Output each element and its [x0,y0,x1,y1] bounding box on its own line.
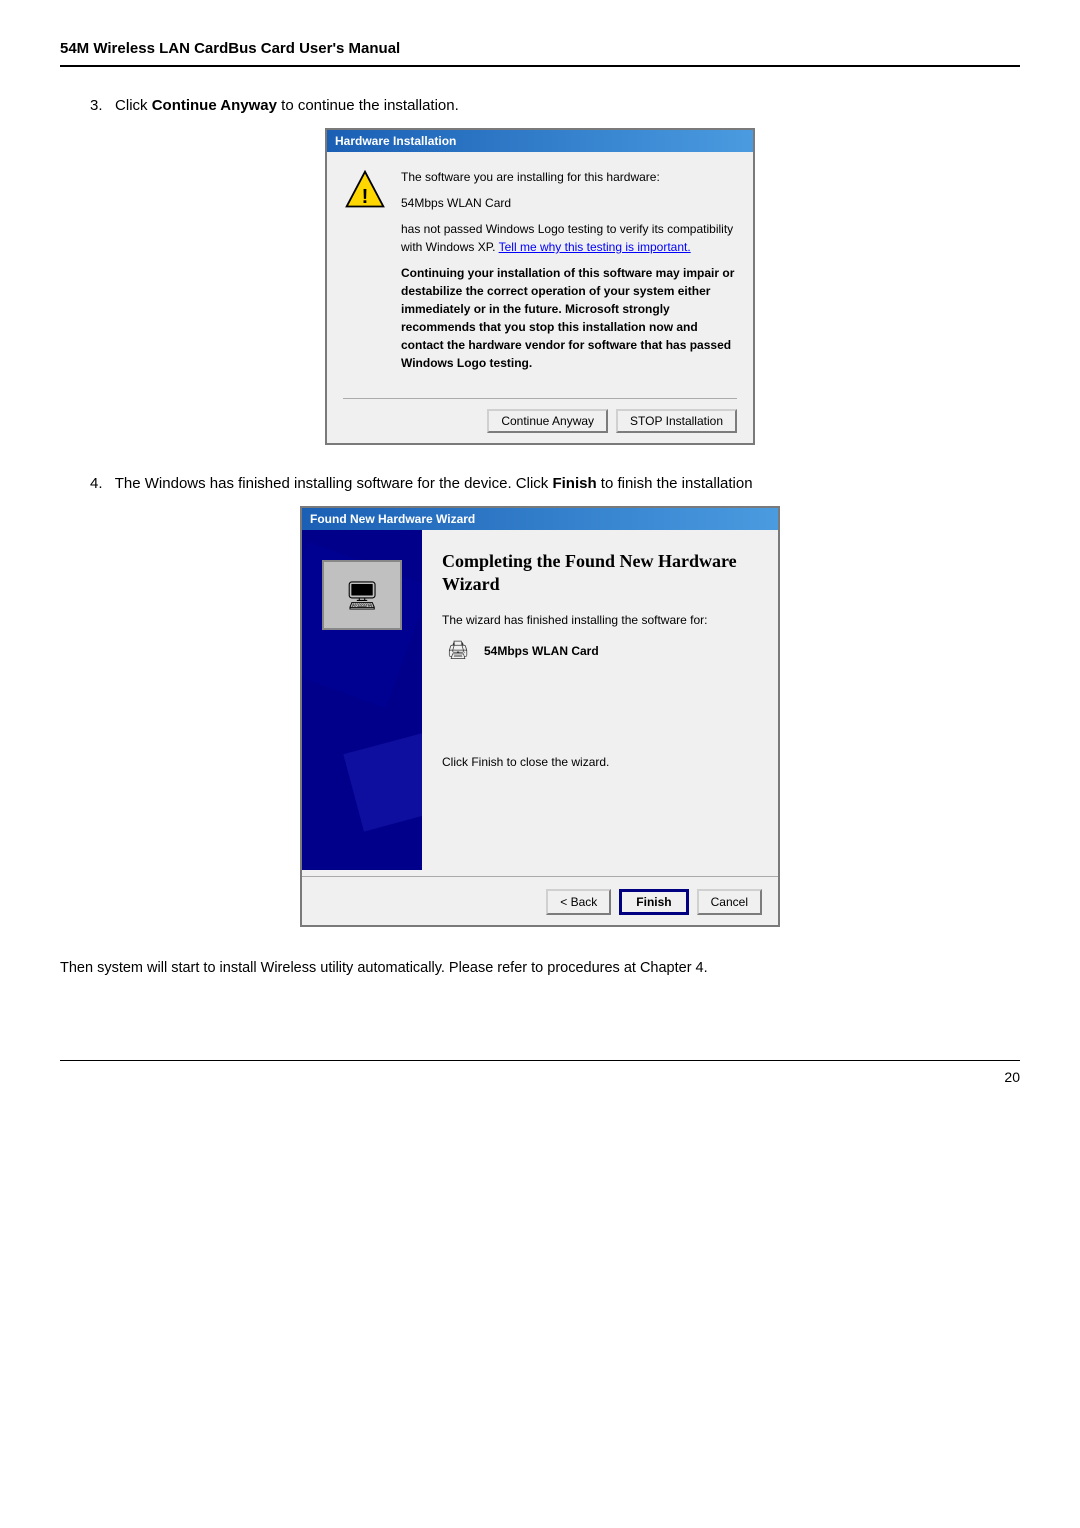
step4-number: 4. [90,475,103,492]
fnhw-device-icon: 🖨 [442,637,474,665]
step3-number: 3. [90,97,103,114]
step4-suffix: to finish the installation [597,475,753,492]
step4-bold: Finish [552,475,596,492]
hw-dialog-body: ! The software you are installing for th… [327,152,753,390]
fnhw-content: Completing the Found New Hardware Wizard… [422,530,778,870]
fnhw-dialog: Found New Hardware Wizard 🖥 Completing t… [300,506,780,927]
cancel-button[interactable]: Cancel [697,889,762,915]
step-3: 3. Click Continue Anyway to continue the… [60,97,1020,445]
step3-prefix: Click [115,97,152,114]
manual-title: 54M Wireless LAN CardBus Card User's Man… [60,40,400,57]
svg-text:!: ! [362,186,369,208]
fnhw-sidebar-art: 🖥 [302,530,422,870]
fnhw-close-text: Click Finish to close the wizard. [442,675,758,769]
hw-dialog-title: Hardware Installation [327,130,753,152]
page-number: 20 [1004,1069,1020,1085]
hw-line1: The software you are installing for this… [401,168,737,186]
step4-text: 4. The Windows has finished installing s… [90,475,1020,492]
fnhw-subtitle: The wizard has finished installing the s… [442,613,758,627]
hw-device: 54Mbps WLAN Card [401,194,737,212]
fnhw-buttons: < Back Finish Cancel [302,883,778,925]
summary-paragraph: Then system will start to install Wirele… [60,957,1020,980]
hw-install-dialog-wrapper: Hardware Installation ! The software you… [60,128,1020,445]
hw-separator [343,398,737,399]
stop-installation-button[interactable]: STOP Installation [616,409,737,433]
hw-line2: has not passed Windows Logo testing to v… [401,220,737,256]
device-glyph: 🖨 [447,640,470,661]
fnhw-device-name: 54Mbps WLAN Card [484,644,599,658]
continue-anyway-button[interactable]: Continue Anyway [487,409,608,433]
hw-dialog-content: The software you are installing for this… [401,168,737,380]
page-footer: 20 [60,1060,1020,1085]
warning-icon: ! [343,168,387,380]
hw-buttons: Continue Anyway STOP Installation [327,405,753,443]
fnhw-heading: Completing the Found New Hardware Wizard [442,550,758,597]
step4-prefix: The Windows has finished installing soft… [115,475,553,492]
hardware-glyph: 🖥 [344,579,380,612]
fnhw-device-row: 🖨 54Mbps WLAN Card [442,637,758,665]
back-button[interactable]: < Back [546,889,611,915]
hw-line2-link[interactable]: Tell me why this testing is important. [499,240,691,254]
fnhw-hardware-icon: 🖥 [322,560,402,630]
hw-install-dialog: Hardware Installation ! The software you… [325,128,755,445]
hw-warning: Continuing your installation of this sof… [401,264,737,372]
finish-button[interactable]: Finish [619,889,688,915]
step3-text: 3. Click Continue Anyway to continue the… [90,97,1020,114]
fnhw-dialog-wrapper: Found New Hardware Wizard 🖥 Completing t… [60,506,1020,927]
step3-suffix: to continue the installation. [277,97,459,114]
fnhw-sidebar: 🖥 [302,530,422,870]
fnhw-separator [302,876,778,877]
fnhw-body: 🖥 Completing the Found New Hardware Wiza… [302,530,778,870]
step3-bold: Continue Anyway [152,97,277,114]
fnhw-title-bar: Found New Hardware Wizard [302,508,778,530]
page-header: 54M Wireless LAN CardBus Card User's Man… [60,40,1020,67]
step-4: 4. The Windows has finished installing s… [60,475,1020,927]
